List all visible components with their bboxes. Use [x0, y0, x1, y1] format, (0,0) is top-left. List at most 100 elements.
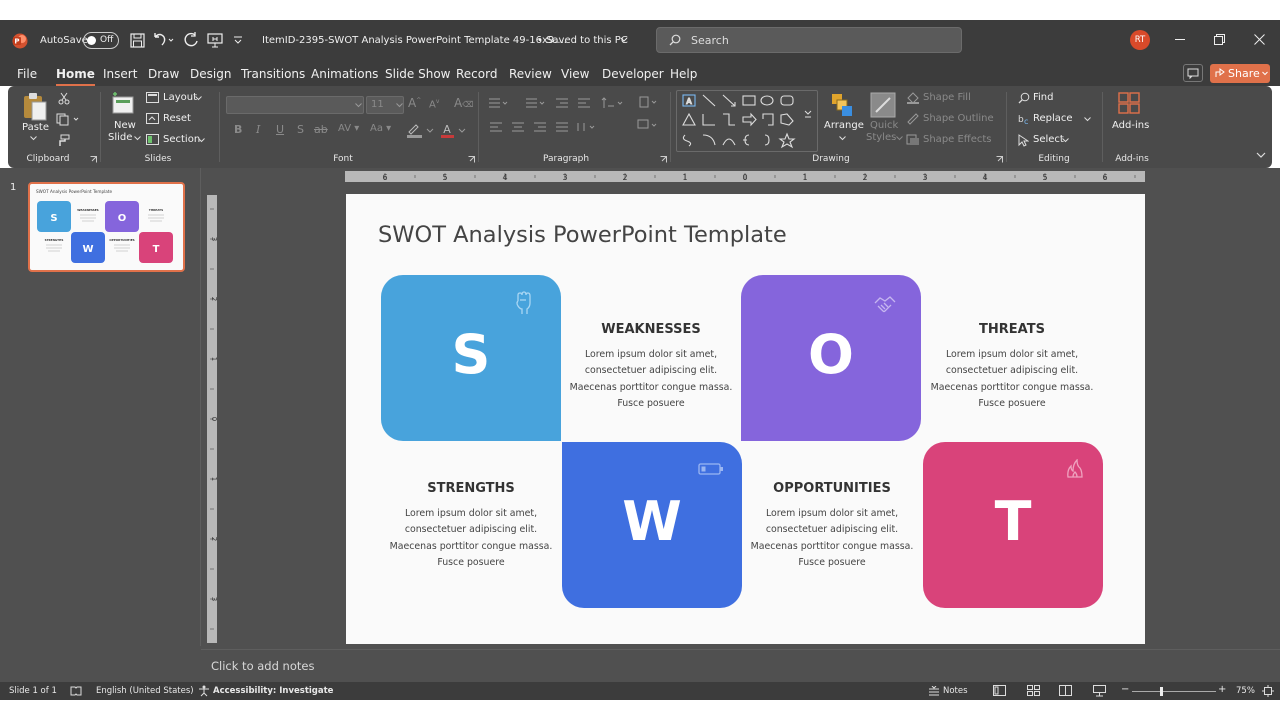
- slide-thumbnail[interactable]: SWOT Analysis PowerPoint Template S O W …: [28, 182, 185, 272]
- strengths-body[interactable]: Lorem ipsum dolor sit amet, consectetuer…: [381, 506, 561, 572]
- shapes-gallery[interactable]: A: [676, 90, 818, 152]
- select-icon[interactable]: [1018, 134, 1029, 147]
- opportunities-heading[interactable]: OPPORTUNITIES: [742, 481, 922, 496]
- new-slide-label-2[interactable]: Slide: [108, 132, 132, 143]
- tab-developer[interactable]: Developer: [602, 67, 664, 81]
- font-size-input[interactable]: 11: [366, 96, 404, 114]
- threats-heading[interactable]: THREATS: [922, 322, 1102, 337]
- format-painter-icon[interactable]: [56, 134, 70, 147]
- reset-icon[interactable]: [146, 113, 159, 124]
- find-icon[interactable]: [1018, 92, 1030, 104]
- select-button[interactable]: Select: [1033, 134, 1064, 145]
- text-shadow-icon[interactable]: S: [297, 123, 304, 136]
- tab-view[interactable]: View: [561, 67, 589, 81]
- tab-review[interactable]: Review: [509, 67, 552, 81]
- layout-icon[interactable]: [146, 92, 159, 103]
- tab-help[interactable]: Help: [670, 67, 697, 81]
- tab-file[interactable]: File: [17, 67, 37, 81]
- chevron-down-icon[interactable]: [195, 96, 202, 101]
- strengths-heading[interactable]: STRENGTHS: [381, 481, 561, 496]
- tab-slide-show[interactable]: Slide Show: [385, 67, 450, 81]
- italic-icon[interactable]: I: [256, 123, 260, 136]
- present-icon[interactable]: [207, 32, 223, 48]
- notes-icon[interactable]: [928, 686, 940, 696]
- strikethrough-icon[interactable]: ab: [314, 123, 328, 136]
- dialog-launcher-icon[interactable]: [90, 156, 97, 163]
- quick-styles-label-1[interactable]: Quick: [870, 120, 898, 131]
- tab-home[interactable]: Home: [56, 67, 95, 86]
- avatar[interactable]: RT: [1130, 30, 1150, 50]
- tab-draw[interactable]: Draw: [148, 67, 179, 81]
- redo-icon[interactable]: [183, 32, 199, 48]
- reset-button[interactable]: Reset: [163, 113, 191, 124]
- new-slide-icon[interactable]: [110, 92, 136, 116]
- weaknesses-heading[interactable]: WEAKNESSES: [561, 322, 741, 337]
- zoom-level[interactable]: 75%: [1236, 686, 1255, 696]
- notes-pane[interactable]: Click to add notes: [201, 650, 1280, 682]
- highlight-icon[interactable]: [406, 122, 436, 138]
- chevron-down-icon[interactable]: [198, 138, 205, 143]
- tab-record[interactable]: Record: [456, 67, 497, 81]
- swot-t-box[interactable]: T: [923, 442, 1103, 608]
- chevron-down-icon[interactable]: [1084, 117, 1091, 122]
- save-status[interactable]: • Saved to this PC: [537, 35, 628, 46]
- reading-view-icon[interactable]: [1059, 685, 1072, 696]
- zoom-slider[interactable]: [1132, 687, 1216, 696]
- swot-s-box[interactable]: S: [381, 275, 561, 441]
- slide-canvas[interactable]: SWOT Analysis PowerPoint Template S O W …: [346, 194, 1145, 644]
- collapse-ribbon-icon[interactable]: [1256, 152, 1266, 159]
- tab-insert[interactable]: Insert: [103, 67, 137, 81]
- dialog-launcher-icon[interactable]: [996, 156, 1003, 163]
- change-case-icon[interactable]: Aa ▾: [370, 123, 391, 134]
- character-spacing-icon[interactable]: AV ▾: [338, 123, 359, 134]
- chevron-down-icon[interactable]: [620, 37, 628, 43]
- spellcheck-icon[interactable]: [70, 686, 82, 696]
- notes-button[interactable]: Notes: [943, 686, 968, 696]
- dialog-launcher-icon[interactable]: [468, 156, 475, 163]
- copy-icon[interactable]: [56, 113, 80, 126]
- close-icon[interactable]: [1254, 34, 1265, 45]
- shape-effects-icon[interactable]: [906, 134, 920, 146]
- font-color-icon[interactable]: A: [440, 122, 470, 138]
- restore-icon[interactable]: [1214, 34, 1225, 45]
- chevron-down-icon[interactable]: [30, 136, 37, 141]
- quick-styles-icon[interactable]: [870, 92, 896, 118]
- search-box[interactable]: Search: [656, 27, 962, 53]
- weaknesses-body[interactable]: Lorem ipsum dolor sit amet, consectetuer…: [561, 347, 741, 413]
- undo-icon[interactable]: [152, 32, 174, 48]
- chevron-down-icon[interactable]: [839, 136, 846, 141]
- accessibility-status[interactable]: Accessibility: Investigate: [213, 686, 333, 696]
- tab-design[interactable]: Design: [190, 67, 231, 81]
- underline-icon[interactable]: U: [276, 123, 284, 136]
- add-ins-button[interactable]: Add-ins: [1112, 120, 1149, 131]
- threats-body[interactable]: Lorem ipsum dolor sit amet, consectetuer…: [922, 347, 1102, 413]
- shape-fill-icon[interactable]: [906, 92, 920, 104]
- bold-icon[interactable]: B: [234, 123, 242, 136]
- replace-icon[interactable]: bc: [1018, 113, 1031, 125]
- cut-icon[interactable]: [58, 92, 70, 105]
- tab-transitions[interactable]: Transitions: [241, 67, 305, 81]
- share-button[interactable]: Share: [1210, 64, 1270, 83]
- save-icon[interactable]: [130, 33, 145, 48]
- slideshow-icon[interactable]: [1093, 685, 1106, 697]
- autosave-toggle[interactable]: Off: [83, 32, 119, 49]
- zoom-out-icon[interactable]: −: [1121, 684, 1129, 695]
- decrease-font-size-icon[interactable]: Av: [429, 98, 439, 110]
- find-button[interactable]: Find: [1033, 92, 1054, 103]
- shape-outline-icon[interactable]: [906, 113, 920, 125]
- opportunities-body[interactable]: Lorem ipsum dolor sit amet, consectetuer…: [742, 506, 922, 572]
- panel-divider[interactable]: [200, 168, 201, 646]
- fit-to-window-icon[interactable]: [1262, 685, 1274, 697]
- paragraph-tools-icon[interactable]: [486, 96, 666, 136]
- arrange-icon[interactable]: [830, 92, 854, 118]
- section-icon[interactable]: [146, 134, 159, 145]
- normal-view-icon[interactable]: [993, 685, 1006, 696]
- clear-formatting-icon[interactable]: A⌫: [454, 96, 474, 110]
- slide-sorter-icon[interactable]: [1027, 685, 1040, 696]
- layout-button[interactable]: Layout: [163, 92, 197, 103]
- language[interactable]: English (United States): [96, 686, 194, 696]
- accessibility-icon[interactable]: [198, 685, 210, 697]
- paste-icon[interactable]: [22, 92, 48, 122]
- new-slide-label-1[interactable]: New: [114, 120, 136, 131]
- shape-effects-button[interactable]: Shape Effects: [923, 134, 991, 145]
